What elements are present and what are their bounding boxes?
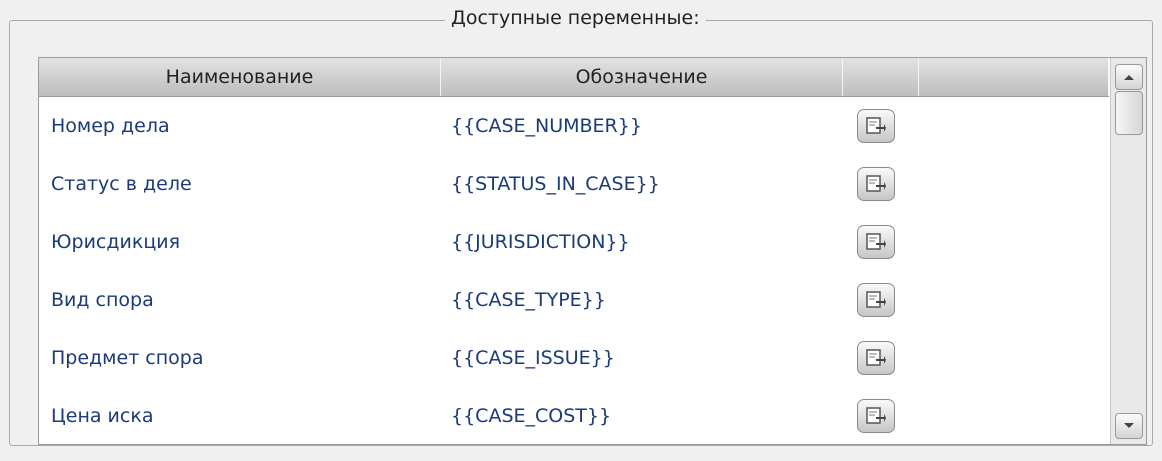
table-row[interactable]: Номер дела {{CASE_NUMBER}} (39, 97, 1109, 155)
insert-variable-button[interactable] (857, 225, 895, 259)
scroll-down-button[interactable] (1115, 413, 1143, 439)
table-row[interactable]: Предмет спора {{CASE_ISSUE}} (39, 329, 1109, 387)
insert-icon (866, 117, 886, 134)
variable-code: {{CASE_COST}} (451, 405, 612, 427)
variable-name: Статус в деле (51, 173, 192, 195)
insert-variable-button[interactable] (857, 399, 895, 433)
variable-name: Номер дела (51, 115, 170, 137)
variable-code: {{CASE_NUMBER}} (451, 115, 642, 137)
variable-name: Цена иска (51, 405, 154, 427)
table-row[interactable]: Юрисдикция {{JURISDICTION}} (39, 213, 1109, 271)
grid-rows: Номер дела {{CASE_NUMBER}} Статус в деле… (39, 97, 1109, 444)
variable-code: {{STATUS_IN_CASE}} (451, 173, 660, 195)
insert-icon (866, 349, 886, 366)
table-row[interactable]: Статус в деле {{STATUS_IN_CASE}} (39, 155, 1109, 213)
scrollbar-thumb[interactable] (1115, 91, 1143, 135)
insert-icon (866, 175, 886, 192)
grid-header: Наименование Обозначение (39, 58, 1109, 97)
variables-grid[interactable]: Наименование Обозначение Номер дела {{CA… (38, 57, 1147, 445)
variable-name: Вид спора (51, 289, 154, 311)
table-row[interactable]: Цена иска {{CASE_COST}} (39, 387, 1109, 444)
table-row[interactable]: Вид спора {{CASE_TYPE}} (39, 271, 1109, 329)
insert-icon (866, 291, 886, 308)
arrow-up-icon (1124, 75, 1134, 80)
variable-code: {{CASE_ISSUE}} (451, 347, 615, 369)
variable-code: {{JURISDICTION}} (451, 231, 630, 253)
insert-icon (866, 407, 886, 424)
insert-variable-button[interactable] (857, 167, 895, 201)
column-header-action[interactable] (843, 58, 919, 96)
insert-variable-button[interactable] (857, 109, 895, 143)
scroll-up-button[interactable] (1115, 64, 1143, 90)
arrow-down-icon (1124, 423, 1134, 428)
variable-name: Юрисдикция (51, 231, 181, 253)
column-header-code[interactable]: Обозначение (441, 58, 843, 96)
groupbox-legend: Доступные переменные: (445, 5, 706, 31)
column-header-name[interactable]: Наименование (39, 58, 441, 96)
insert-icon (866, 233, 886, 250)
insert-variable-button[interactable] (857, 283, 895, 317)
variable-name: Предмет спора (51, 347, 204, 369)
column-header-extra[interactable] (919, 58, 1109, 96)
variable-code: {{CASE_TYPE}} (451, 289, 606, 311)
vertical-scrollbar[interactable] (1110, 58, 1146, 444)
insert-variable-button[interactable] (857, 341, 895, 375)
